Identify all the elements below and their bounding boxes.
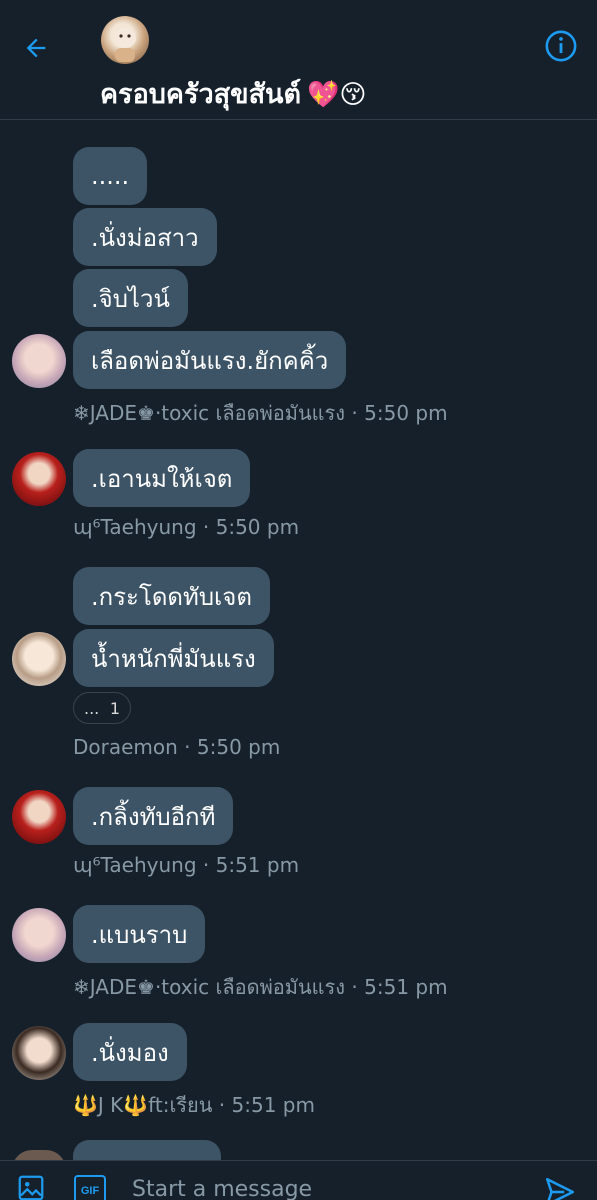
- message-time: 5:50 pm: [364, 401, 448, 425]
- send-button[interactable]: [543, 1175, 577, 1200]
- back-button[interactable]: [18, 30, 54, 66]
- message-time: 5:50 pm: [196, 735, 281, 759]
- meta-separator: ·: [177, 735, 197, 759]
- svg-text:GIF: GIF: [81, 1185, 100, 1197]
- title-text: ครอบครัวสุขสันต์: [100, 79, 302, 110]
- message-bubble[interactable]: .นั่งม่อสาว: [73, 208, 217, 266]
- message-bubble[interactable]: .นั่งมอง: [73, 1023, 187, 1081]
- sender-name: ❄JADE♚·toxic เลือดพ่อมันแรง: [73, 401, 346, 425]
- reaction-icon: ...: [84, 698, 100, 718]
- sender-avatar[interactable]: [12, 452, 66, 506]
- title-emoji: 💖😚: [307, 80, 367, 110]
- conversation-title: ครอบครัวสุขสันต์ 💖😚: [100, 72, 367, 115]
- message-meta: 🔱J K🔱ft:เรียน · 5:51 pm: [73, 1089, 315, 1121]
- message-time: 5:51 pm: [215, 853, 300, 877]
- message-meta: ɰ⁶Taehyung · 5:51 pm: [73, 853, 299, 877]
- send-icon: [545, 1177, 575, 1200]
- message-meta: Doraemon · 5:50 pm: [73, 735, 280, 759]
- meta-separator: ·: [345, 401, 365, 425]
- info-icon: [545, 30, 577, 62]
- meta-separator: ·: [196, 515, 216, 539]
- sender-avatar[interactable]: [12, 334, 66, 388]
- message-bubble[interactable]: น้ำหนักพี่มันแรง: [73, 629, 274, 687]
- message-bubble[interactable]: .เอานมให้เจต: [73, 449, 251, 507]
- image-icon: [18, 1175, 44, 1200]
- reaction-badge[interactable]: ... 1: [73, 692, 131, 724]
- sender-name: ɰ⁶Taehyung: [73, 515, 197, 539]
- image-button[interactable]: [16, 1173, 46, 1200]
- meta-separator: ·: [212, 1093, 232, 1117]
- message-bubble[interactable]: .แบนราบ: [73, 905, 206, 963]
- message-meta: ɰ⁶Taehyung · 5:50 pm: [73, 515, 299, 539]
- message-input[interactable]: Start a message: [132, 1177, 312, 1200]
- meta-separator: ·: [196, 853, 216, 877]
- sender-name: ɰ⁶Taehyung: [73, 853, 197, 877]
- info-button[interactable]: [543, 28, 579, 64]
- message-meta: ❄JADE♚·toxic เลือดพ่อมันแรง · 5:51 pm: [73, 971, 448, 1003]
- message-bubble[interactable]: .กระโดดทับเจต: [73, 567, 270, 625]
- meta-separator: ·: [345, 975, 365, 999]
- sender-name: ❄JADE♚·toxic เลือดพ่อมันแรง: [73, 975, 346, 999]
- sender-name: 🔱J K🔱ft:เรียน: [73, 1093, 213, 1117]
- avatar-image: [114, 28, 136, 62]
- message-composer: GIF Start a message: [0, 1160, 597, 1200]
- sender-avatar[interactable]: [12, 632, 66, 686]
- message-bubble[interactable]: .กลิ้งทับอีกที: [73, 787, 234, 845]
- sender-avatar[interactable]: [12, 790, 66, 844]
- gif-button[interactable]: GIF: [74, 1175, 106, 1200]
- message-time: 5:51 pm: [231, 1093, 315, 1117]
- conversation-header: ครอบครัวสุขสันต์ 💖😚: [0, 0, 597, 120]
- reaction-count: 1: [109, 698, 120, 718]
- message-time: 5:51 pm: [364, 975, 448, 999]
- message-time: 5:50 pm: [215, 515, 300, 539]
- message-bubble[interactable]: .....: [73, 147, 148, 205]
- sender-avatar[interactable]: [12, 1026, 66, 1080]
- message-bubble[interactable]: เลือดพ่อมันแรง.ยักคคิ้ว: [73, 331, 347, 389]
- sender-avatar[interactable]: [12, 908, 66, 962]
- message-bubble[interactable]: .จิบไวน์: [73, 269, 188, 327]
- sender-name: Doraemon: [73, 735, 178, 759]
- gif-icon: GIF: [74, 1175, 106, 1200]
- message-meta: ❄JADE♚·toxic เลือดพ่อมันแรง · 5:50 pm: [73, 397, 448, 429]
- group-avatar[interactable]: [101, 16, 149, 64]
- arrow-left-icon: [26, 38, 46, 58]
